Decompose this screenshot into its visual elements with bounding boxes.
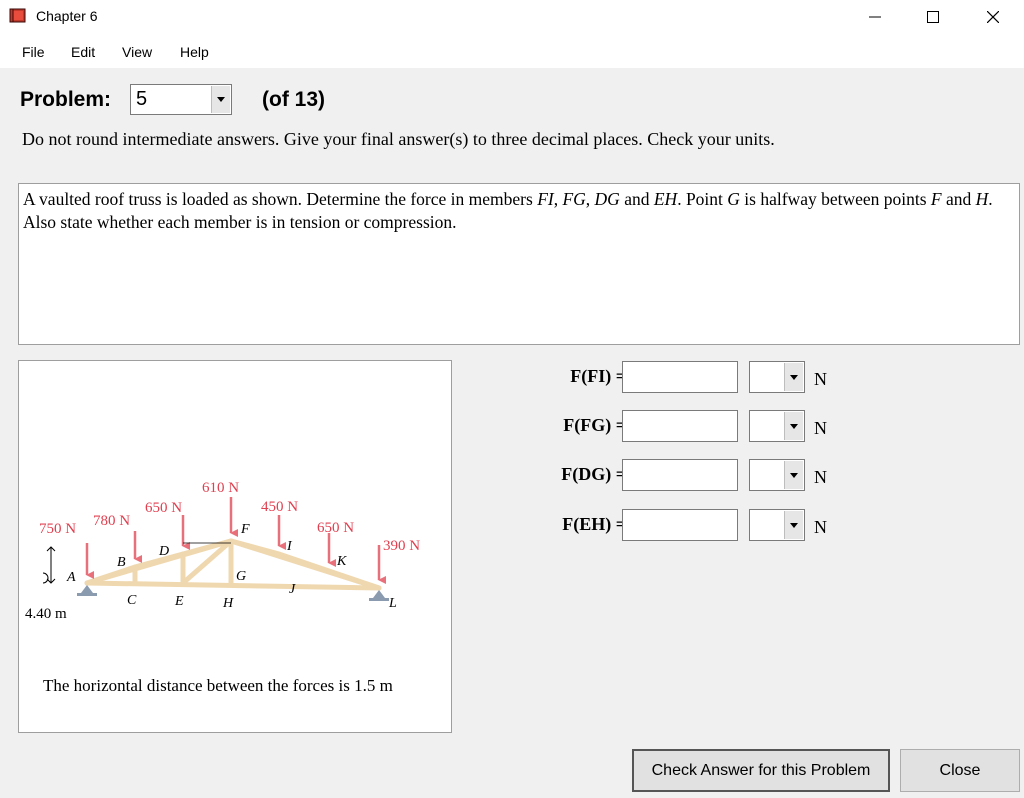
- menu-help[interactable]: Help: [180, 44, 209, 60]
- truss-members: [84, 538, 382, 591]
- answer-input-fg[interactable]: [622, 410, 738, 442]
- load-label: 650 N: [145, 500, 182, 516]
- minimize-icon: [869, 16, 881, 18]
- menu-view[interactable]: View: [122, 44, 152, 60]
- instructions-text: Do not round intermediate answers. Give …: [22, 129, 775, 149]
- check-answer-button[interactable]: Check Answer for this Problem: [632, 749, 890, 792]
- answer-row-eh: F(EH) = N: [520, 509, 840, 543]
- problem-select-value: 5: [136, 88, 148, 110]
- dropdown-button[interactable]: [784, 412, 803, 440]
- chevron-down-icon: [790, 522, 798, 528]
- problem-dropdown-button[interactable]: [211, 86, 230, 113]
- maximize-button[interactable]: [910, 0, 956, 34]
- chevron-down-icon: [217, 97, 225, 102]
- answer-unit: N: [814, 517, 827, 537]
- figure-panel: 750 N 780 N 650 N 610 N 450 N 650 N 390 …: [18, 360, 452, 733]
- problem-statement: A vaulted roof truss is loaded as shown.…: [18, 183, 1020, 345]
- problem-select[interactable]: 5: [130, 84, 232, 115]
- point-label: B: [117, 555, 126, 570]
- point-label: I: [286, 539, 293, 554]
- point-label: A: [66, 570, 76, 585]
- problem-text-part: . Point: [677, 189, 728, 209]
- load-label: 650 N: [317, 520, 354, 536]
- problem-text-part: and: [941, 189, 976, 209]
- load-label: 750 N: [39, 521, 76, 537]
- load-label: 390 N: [383, 538, 420, 554]
- dropdown-button[interactable]: [784, 461, 803, 489]
- dropdown-button[interactable]: [784, 511, 803, 539]
- answer-row-fg: F(FG) = N: [520, 410, 840, 444]
- answer-input-fi[interactable]: [622, 361, 738, 393]
- point-label: L: [388, 596, 397, 611]
- dropdown-button[interactable]: [784, 363, 803, 391]
- answer-row-dg: F(DG) = N: [520, 459, 840, 493]
- point-label: J: [289, 582, 296, 597]
- book-icon: [9, 8, 26, 23]
- problem-label: Problem:: [20, 88, 112, 111]
- answer-row-fi: F(FI) = N: [520, 361, 840, 395]
- point-label: G: [236, 569, 246, 584]
- point-label: C: [127, 593, 137, 608]
- close-icon: [987, 11, 999, 23]
- chevron-down-icon: [790, 374, 798, 380]
- point-h: H: [975, 189, 989, 209]
- point-label: H: [222, 596, 234, 611]
- dimension-label: 4.40 m: [25, 606, 67, 622]
- tension-compression-select-fg[interactable]: [749, 410, 805, 442]
- truss-diagram: 750 N 780 N 650 N 610 N 450 N 650 N 390 …: [25, 480, 420, 622]
- problem-count: (of 13): [262, 88, 325, 111]
- maximize-icon: [927, 11, 939, 23]
- chevron-down-icon: [790, 472, 798, 478]
- load-label: 610 N: [202, 480, 239, 496]
- point-f: F: [930, 189, 942, 209]
- answer-input-dg[interactable]: [622, 459, 738, 491]
- point-label: F: [240, 522, 250, 537]
- tension-compression-select-dg[interactable]: [749, 459, 805, 491]
- member-fi: FI: [537, 189, 554, 209]
- problem-text-part: and: [619, 189, 654, 209]
- point-g: G: [727, 189, 740, 209]
- answer-label: F(FI) =: [570, 366, 626, 386]
- member-fg: FG: [562, 189, 586, 209]
- chevron-down-icon: [790, 423, 798, 429]
- figure-caption: The horizontal distance between the forc…: [43, 676, 393, 695]
- answer-input-eh[interactable]: [622, 509, 738, 541]
- load-label: 450 N: [261, 499, 298, 515]
- tension-compression-select-fi[interactable]: [749, 361, 805, 393]
- menu-edit[interactable]: Edit: [71, 44, 95, 60]
- problem-text-part: A vaulted roof truss is loaded as shown.…: [23, 189, 538, 209]
- dimension-marker: [42, 546, 56, 584]
- answer-label: F(EH) =: [562, 514, 626, 534]
- load-label: 780 N: [93, 513, 130, 529]
- tension-compression-select-eh[interactable]: [749, 509, 805, 541]
- answer-label: F(FG) =: [563, 415, 626, 435]
- answer-unit: N: [814, 467, 827, 487]
- answer-unit: N: [814, 418, 827, 438]
- minimize-button[interactable]: [852, 0, 898, 34]
- answer-unit: N: [814, 369, 827, 389]
- title-bar: Chapter 6: [0, 0, 1024, 34]
- window-title: Chapter 6: [36, 8, 98, 24]
- point-label: K: [336, 554, 347, 569]
- answer-label: F(DG) =: [561, 464, 626, 484]
- point-label: D: [158, 544, 169, 559]
- menu-file[interactable]: File: [22, 44, 45, 60]
- member-eh: EH: [653, 189, 678, 209]
- menu-bar: File Edit View Help: [0, 34, 1024, 68]
- close-button[interactable]: Close: [900, 749, 1020, 792]
- point-label: E: [174, 594, 184, 609]
- problem-text-part: is halfway between points: [739, 189, 931, 209]
- close-window-button[interactable]: [970, 0, 1016, 34]
- member-dg: DG: [594, 189, 620, 209]
- problem-text-part: ,: [585, 189, 595, 209]
